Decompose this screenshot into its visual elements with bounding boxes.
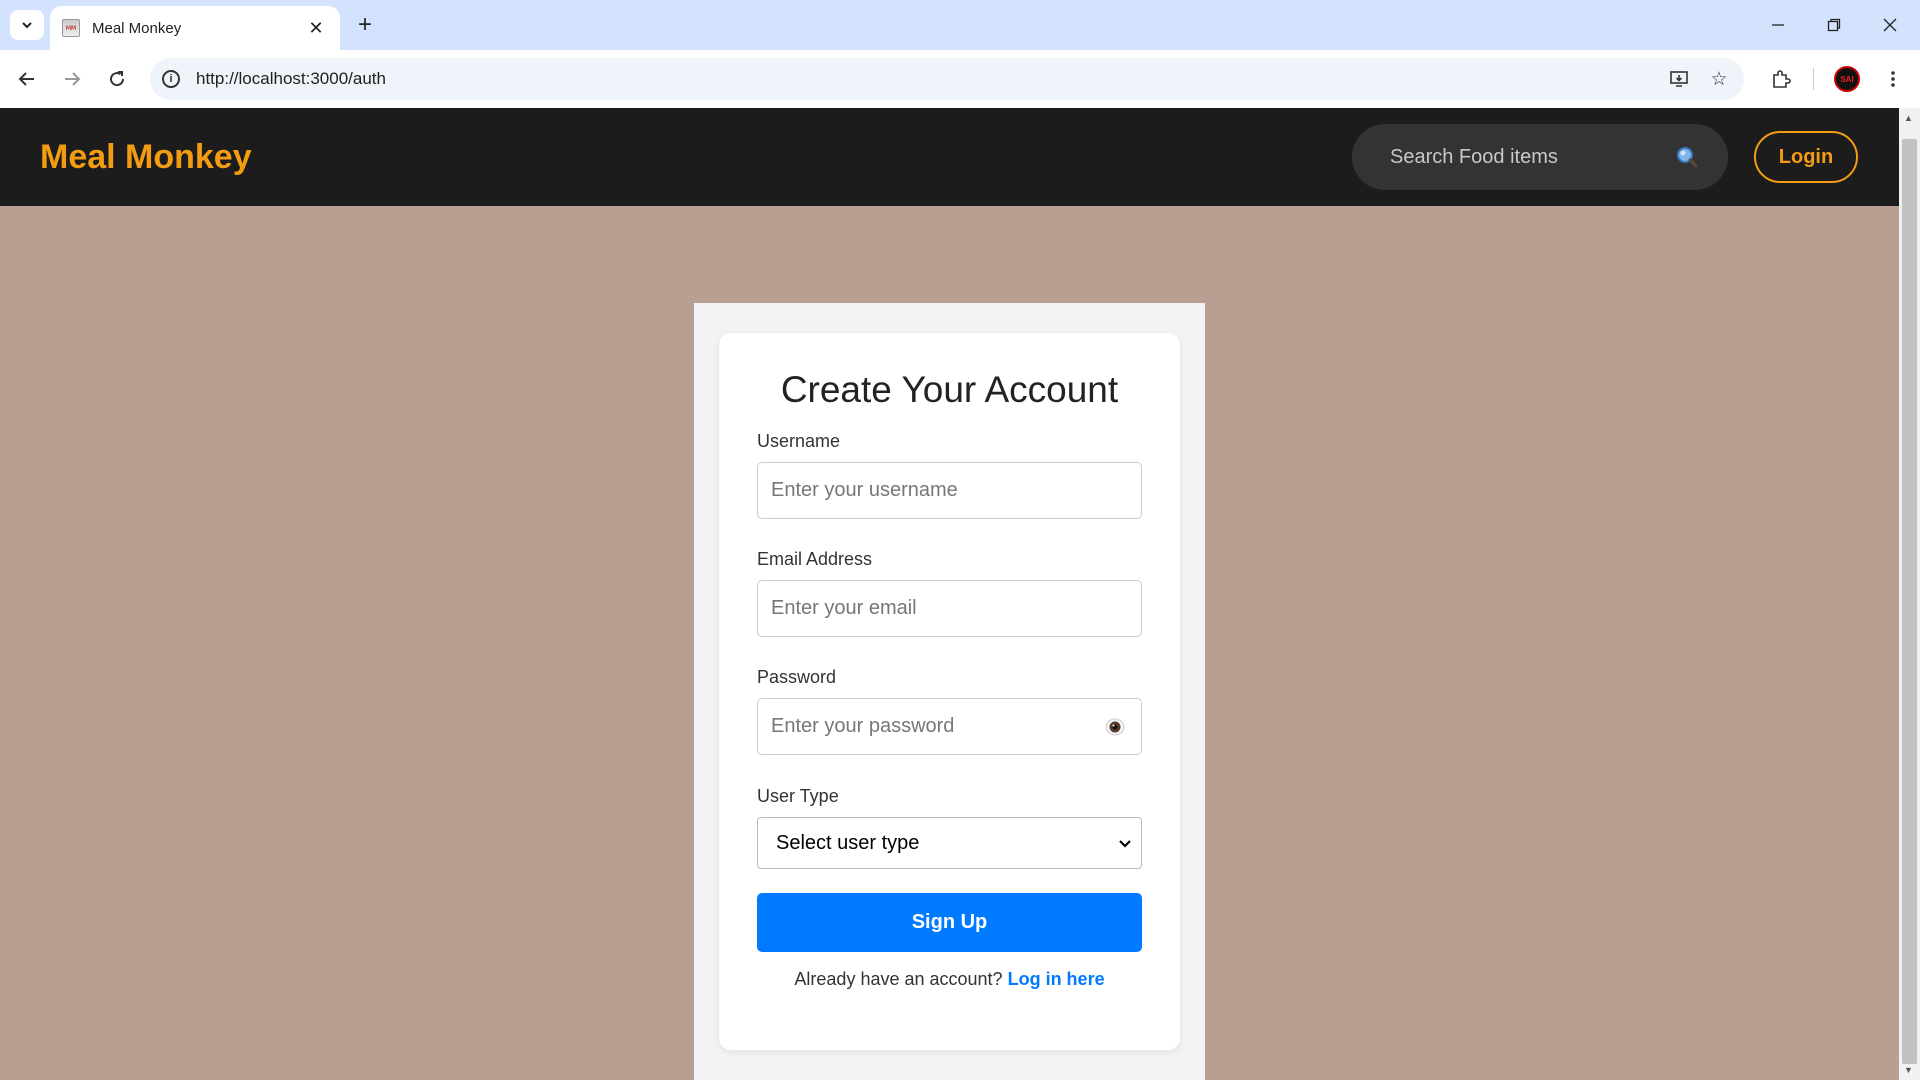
site-info-icon[interactable]: i <box>162 70 180 88</box>
scroll-down-arrow-icon[interactable]: ▼ <box>1904 1065 1913 1075</box>
eye-icon[interactable] <box>1105 717 1125 737</box>
email-input[interactable] <box>771 597 1091 620</box>
password-label: Password <box>757 667 837 687</box>
more-vert-icon <box>1891 71 1895 87</box>
username-input[interactable] <box>771 479 1091 502</box>
new-tab-button[interactable]: + <box>350 10 380 40</box>
search-icon[interactable] <box>1676 146 1698 168</box>
scroll-up-arrow-icon[interactable]: ▲ <box>1904 113 1913 123</box>
tab-search-button[interactable] <box>10 10 44 40</box>
page-scrollbar[interactable]: ▲ ▼ <box>1899 108 1920 1080</box>
page-content: Meal Monkey Login Create Your Account Us… <box>0 108 1899 1080</box>
app-header: Meal Monkey Login <box>0 108 1899 206</box>
login-button[interactable]: Login <box>1754 131 1858 183</box>
close-tab-icon[interactable]: ✕ <box>304 16 328 40</box>
forward-button[interactable] <box>55 62 89 96</box>
password-input[interactable] <box>771 715 1091 738</box>
login-prompt: Already have an account? Log in here <box>719 969 1180 990</box>
form-title: Create Your Account <box>780 369 1119 410</box>
close-window-button[interactable] <box>1870 8 1910 42</box>
signup-button[interactable]: Sign Up <box>757 893 1142 952</box>
chrome-menu-button[interactable] <box>1876 62 1910 96</box>
user-type-selected: Select user type <box>776 831 920 854</box>
username-field[interactable] <box>757 462 1142 519</box>
browser-toolbar: i http://localhost:3000/auth ☆ <box>0 50 1920 108</box>
browser-tab[interactable]: MM Meal Monkey ✕ <box>50 6 340 50</box>
auth-panel: Create Your Account Username Email Addre… <box>694 303 1205 1080</box>
brand-logo[interactable]: Meal Monkey <box>40 138 252 177</box>
password-field[interactable] <box>757 698 1142 755</box>
chevron-down-icon <box>22 22 32 29</box>
back-button[interactable] <box>10 62 44 96</box>
chevron-down-icon <box>1119 840 1131 848</box>
email-field[interactable] <box>757 580 1142 637</box>
email-label: Email Address <box>757 549 873 569</box>
minimize-button[interactable] <box>1758 8 1798 42</box>
bookmark-star-icon[interactable]: ☆ <box>1704 64 1734 94</box>
search-input[interactable] <box>1390 145 1670 169</box>
close-icon <box>1883 18 1897 32</box>
reload-button[interactable] <box>100 62 134 96</box>
signup-card: Create Your Account Username Email Addre… <box>719 333 1180 1050</box>
tab-title: Meal Monkey <box>92 19 182 37</box>
scroll-thumb[interactable] <box>1902 139 1917 1064</box>
arrow-right-icon <box>65 72 81 86</box>
extensions-button[interactable] <box>1764 62 1798 96</box>
search-box[interactable] <box>1352 124 1728 190</box>
minimize-icon <box>1772 24 1784 26</box>
toolbar-separator <box>1813 68 1814 90</box>
profile-avatar[interactable]: SAI <box>1834 66 1860 92</box>
login-prompt-text: Already have an account? <box>794 969 1003 989</box>
favicon-icon: MM <box>62 19 80 37</box>
url-text[interactable]: http://localhost:3000/auth <box>196 69 1664 89</box>
username-label: Username <box>757 431 841 451</box>
restore-button[interactable] <box>1814 8 1854 42</box>
login-link[interactable]: Log in here <box>1008 969 1105 989</box>
puzzle-icon <box>1773 70 1791 88</box>
user-type-label: User Type <box>757 786 839 806</box>
address-bar[interactable]: i http://localhost:3000/auth ☆ <box>150 58 1744 100</box>
restore-icon <box>1827 18 1841 32</box>
install-app-icon[interactable] <box>1664 64 1694 94</box>
browser-tabstrip: MM Meal Monkey ✕ + <box>0 0 1920 50</box>
user-type-select[interactable]: Select user type <box>757 817 1142 869</box>
reload-icon <box>110 71 125 87</box>
arrow-left-icon <box>18 72 34 86</box>
